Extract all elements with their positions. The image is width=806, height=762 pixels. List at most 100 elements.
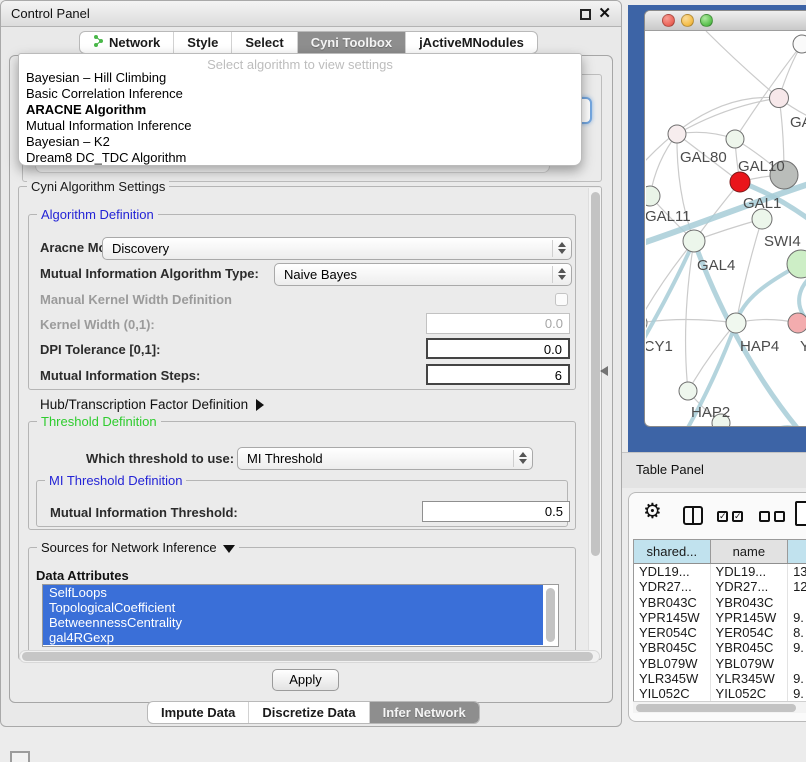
dpi-tolerance-label: DPI Tolerance [0,1]: — [40, 342, 160, 357]
table-row[interactable]: YIL052CYIL052C9. — [634, 686, 806, 701]
network-edge[interactable] — [646, 320, 736, 324]
network-node[interactable] — [787, 250, 806, 278]
table-horizontal-thumb[interactable] — [636, 704, 796, 712]
float-icon[interactable] — [580, 9, 591, 20]
settings-horizontal-scrollbar[interactable] — [19, 650, 600, 663]
algorithm-dropdown-list: Select algorithm to view settings Bayesi… — [18, 53, 582, 166]
hub-expander[interactable]: Hub/Transcription Factor Definition — [40, 397, 264, 412]
table-row[interactable]: YBL079WYBL079W — [634, 656, 806, 671]
tab-discretize-data[interactable]: Discretize Data — [248, 702, 368, 723]
table-cell: YDL19... — [634, 564, 711, 579]
table-cell: YBR045C — [634, 640, 711, 655]
network-edge[interactable] — [686, 241, 694, 391]
table-row[interactable]: YER054CYER054C8. — [634, 625, 806, 640]
table-cell: 9. — [788, 671, 806, 686]
table-cell: YDL19... — [711, 564, 789, 579]
column-header[interactable]: name — [711, 540, 789, 563]
settings-gear-icon[interactable]: ⚙ — [643, 499, 662, 523]
tab-style[interactable]: Style — [173, 32, 231, 53]
table-cell: YPR145W — [711, 610, 789, 625]
node-attribute-table: shared...name YDL19...YDL19...13YDR27...… — [633, 539, 806, 713]
combo-arrows-icon — [558, 268, 566, 280]
algorithm-option[interactable]: Mutual Information Inference — [19, 118, 581, 134]
mi-threshold-field[interactable]: 0.5 — [422, 501, 570, 522]
table-cell: YIL052C — [711, 686, 789, 701]
kernel-width-field[interactable]: 0.0 — [426, 313, 570, 334]
algorithm-option[interactable]: Basic Correlation Inference — [19, 86, 581, 102]
settings-horizontal-thumb[interactable] — [22, 652, 593, 661]
deselect-all-icon[interactable] — [759, 511, 770, 522]
mi-steps-field[interactable]: 6 — [426, 364, 570, 385]
algorithm-option[interactable]: ARACNE Algorithm — [19, 102, 581, 118]
attribute-list-item[interactable]: BetweennessCentrality — [43, 615, 543, 630]
attribute-list-item[interactable]: TopologicalCoefficient — [43, 600, 543, 615]
sources-title[interactable]: Sources for Network Inference — [37, 540, 239, 555]
table-row[interactable]: YBR045CYBR045C9. — [634, 640, 806, 655]
document-icon[interactable] — [795, 501, 806, 526]
tab-select[interactable]: Select — [231, 32, 296, 53]
table-row[interactable]: YBR043CYBR043C — [634, 595, 806, 610]
table-cell — [788, 595, 806, 610]
network-node-swi4[interactable] — [752, 209, 772, 229]
tab-network[interactable]: Network — [80, 32, 173, 53]
column-header[interactable]: shared... — [634, 540, 711, 563]
network-node-gal80[interactable] — [668, 125, 686, 143]
table-cell: 8. — [788, 625, 806, 640]
network-node-gal10[interactable] — [726, 130, 744, 148]
bottom-tab-bar: Impute DataDiscretize DataInfer Network — [147, 701, 480, 724]
network-node[interactable] — [793, 35, 806, 53]
tab-cyni-toolbox[interactable]: Cyni Toolbox — [297, 32, 405, 53]
which-threshold-combo[interactable]: MI Threshold — [237, 447, 533, 470]
zoom-traffic-icon[interactable] — [700, 14, 713, 27]
mi-type-combo[interactable]: Naive Bayes — [274, 263, 572, 286]
network-edge[interactable] — [706, 31, 779, 98]
network-node-gal4[interactable] — [683, 230, 705, 252]
settings-vertical-scrollbar[interactable] — [588, 188, 601, 658]
network-node-y[interactable] — [788, 313, 806, 333]
column-header[interactable] — [788, 540, 806, 563]
network-node-hap2[interactable] — [679, 382, 697, 400]
tab-infer-network[interactable]: Infer Network — [369, 702, 479, 723]
select-all-icon[interactable]: ✓ — [717, 511, 728, 522]
tab-jactivemnodules[interactable]: jActiveMNodules — [405, 32, 537, 53]
table-horizontal-scrollbar[interactable] — [633, 701, 806, 713]
list-scrollbar[interactable] — [544, 586, 557, 645]
network-edge[interactable] — [736, 219, 762, 323]
deselect-all-icon[interactable] — [774, 511, 785, 522]
table-row[interactable]: YLR345WYLR345W9. — [634, 671, 806, 686]
table-row[interactable]: YDL19...YDL19...13 — [634, 564, 806, 579]
dpi-tolerance-field[interactable]: 0.0 — [426, 338, 570, 359]
close-icon[interactable]: ✕ — [598, 5, 611, 23]
network-node-gal1[interactable] — [730, 172, 750, 192]
algorithm-option[interactable]: Bayesian – K2 — [19, 134, 581, 150]
table-row[interactable]: YDR27...YDR27...12 — [634, 579, 806, 594]
table-row[interactable]: YPR145WYPR145W9. — [634, 610, 806, 625]
minimize-traffic-icon[interactable] — [681, 14, 694, 27]
control-panel-titlebar: Control Panel ✕ — [1, 1, 621, 27]
data-attributes-list[interactable]: SelfLoopsTopologicalCoefficientBetweenne… — [42, 584, 559, 647]
data-attributes-label: Data Attributes — [36, 568, 129, 583]
aracne-mode-combo[interactable]: Discovery — [102, 237, 572, 260]
algorithm-option[interactable]: Bayesian – Hill Climbing — [19, 70, 581, 86]
tab-impute-data[interactable]: Impute Data — [148, 702, 248, 723]
docked-panel-icon[interactable] — [10, 751, 30, 762]
algorithm-option[interactable]: Dream8 DC_TDC Algorithm — [19, 150, 581, 166]
settings-vertical-thumb[interactable] — [591, 192, 600, 556]
list-scroll-thumb[interactable] — [546, 588, 555, 642]
attribute-list-item[interactable]: gal4RGexp — [43, 630, 543, 645]
attribute-list-item[interactable]: SelfLoops — [43, 585, 543, 600]
network-graph[interactable]: GALGAL80GAL10GAL1GAL11SWI4GAL4GCY1HAP4YH… — [646, 31, 806, 427]
apply-button[interactable]: Apply — [272, 669, 339, 691]
network-node-gal[interactable] — [770, 89, 789, 108]
table-header-row: shared...name — [634, 540, 806, 564]
combo-arrows-icon — [558, 242, 566, 254]
mi-type-label: Mutual Information Algorithm Type: — [40, 266, 259, 281]
network-node-gal11[interactable] — [646, 186, 660, 206]
close-traffic-icon[interactable] — [662, 14, 675, 27]
hub-expander-label: Hub/Transcription Factor Definition — [40, 397, 248, 412]
select-all-icon[interactable]: ✓ — [732, 511, 743, 522]
manual-kernel-checkbox[interactable] — [555, 293, 568, 306]
column-layout-icon[interactable] — [683, 506, 703, 525]
network-node-hap4[interactable] — [726, 313, 746, 333]
network-icon — [93, 32, 104, 53]
